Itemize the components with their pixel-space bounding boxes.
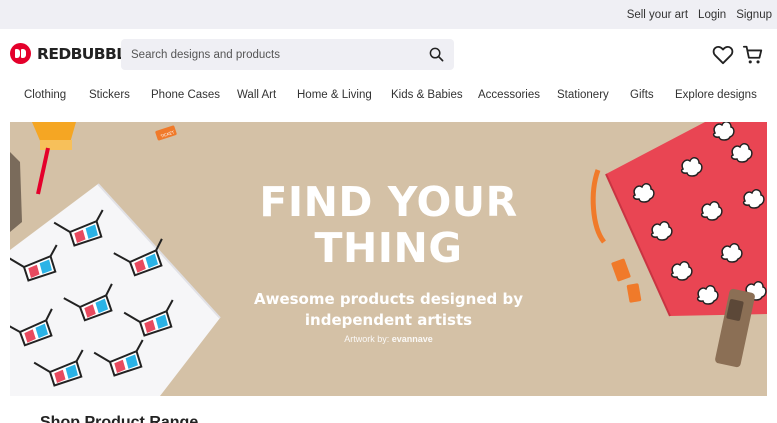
- site-header: REDBUBBLE: [0, 29, 777, 79]
- credit-artist-link[interactable]: evannave: [392, 334, 433, 344]
- account-links: Sell your art Login Signup: [627, 0, 772, 29]
- brand-logo[interactable]: REDBUBBLE: [10, 43, 136, 64]
- hero-subtitle: Awesome products designed by independent…: [10, 289, 767, 331]
- hero-banner[interactable]: TICKET FIND YOUR THING Awesome products …: [10, 122, 767, 396]
- signup-link[interactable]: Signup: [736, 9, 772, 21]
- nav-item-home-living[interactable]: Home & Living: [297, 89, 372, 101]
- top-utility-bar: Sell your art Login Signup: [0, 0, 777, 29]
- search-icon[interactable]: [429, 47, 444, 62]
- artwork-credit: Artwork by: evannave: [10, 334, 767, 344]
- hero-subtitle-line-1: Awesome products designed by: [253, 290, 523, 308]
- nav-item-stationery[interactable]: Stationery: [557, 89, 609, 101]
- sell-your-art-link[interactable]: Sell your art: [627, 9, 688, 21]
- category-nav: Clothing Stickers Phone Cases Wall Art H…: [0, 82, 777, 110]
- nav-item-clothing[interactable]: Clothing: [24, 89, 66, 101]
- search-bar: [121, 39, 454, 70]
- heart-icon[interactable]: [712, 45, 734, 65]
- redbubble-logo-icon: [10, 43, 31, 64]
- shop-product-range-heading: Shop Product Range: [40, 414, 199, 423]
- nav-item-stickers[interactable]: Stickers: [89, 89, 130, 101]
- hero-title-line-2: THING: [314, 224, 463, 272]
- nav-item-accessories[interactable]: Accessories: [478, 89, 540, 101]
- hero-subtitle-line-2: independent artists: [304, 311, 473, 329]
- hero-title: FIND YOUR THING: [10, 179, 767, 271]
- login-link[interactable]: Login: [698, 9, 726, 21]
- search-input[interactable]: [121, 39, 421, 70]
- credit-prefix: Artwork by:: [344, 334, 390, 344]
- nav-item-phone-cases[interactable]: Phone Cases: [151, 89, 220, 101]
- nav-item-gifts[interactable]: Gifts: [630, 89, 654, 101]
- nav-item-explore-designs[interactable]: Explore designs: [675, 89, 757, 101]
- cart-icon[interactable]: [742, 44, 764, 66]
- nav-item-kids-babies[interactable]: Kids & Babies: [391, 89, 463, 101]
- nav-item-wall-art[interactable]: Wall Art: [237, 89, 276, 101]
- hero-title-line-1: FIND YOUR: [259, 178, 518, 226]
